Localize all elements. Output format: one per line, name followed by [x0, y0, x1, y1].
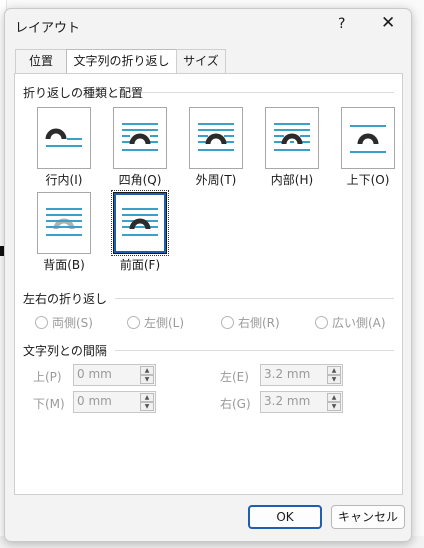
wrap-option-label: 前面(F): [119, 258, 161, 272]
wrap-text-heading: 左右の折り返し: [23, 292, 108, 306]
section-divider: [115, 298, 394, 299]
spin-down-icon[interactable]: ▼: [140, 402, 154, 411]
behind-text-icon: [37, 192, 91, 254]
spin-down-icon[interactable]: ▼: [327, 402, 341, 411]
help-button[interactable]: ?: [338, 16, 345, 32]
wrap-option-through[interactable]: 内部(H): [265, 107, 321, 189]
title-bar: レイアウト ? ✕: [5, 9, 411, 41]
wrap-option-behind-text[interactable]: 背面(B): [37, 192, 93, 274]
spin-buttons: ▲ ▼: [140, 393, 154, 411]
cancel-button[interactable]: キャンセル: [331, 505, 405, 529]
spin-down-icon[interactable]: ▼: [140, 375, 154, 384]
distance-right-field[interactable]: 3.2 mm ▲ ▼: [260, 391, 343, 413]
ok-button[interactable]: OK: [248, 505, 322, 529]
wrap-option-top-bottom[interactable]: 上下(O): [341, 107, 397, 189]
spin-buttons: ▲ ▼: [140, 366, 154, 384]
wrap-option-tight[interactable]: 外周(T): [189, 107, 245, 189]
square-icon: [113, 107, 167, 169]
distance-top-field[interactable]: 0 mm ▲ ▼: [73, 364, 156, 386]
tab-position[interactable]: 位置: [15, 49, 67, 73]
layout-dialog: レイアウト ? ✕ 位置 文字列の折り返し サイズ 折り返しの種類と配置 行内(…: [4, 8, 412, 542]
distance-left-field[interactable]: 3.2 mm ▲ ▼: [260, 364, 343, 386]
wrap-option-label: 背面(B): [43, 258, 85, 272]
radio-circle: [35, 316, 48, 329]
distance-top-label: 上(P): [33, 370, 62, 384]
field-value: 0 mm: [77, 367, 112, 381]
through-icon: [265, 107, 319, 169]
radio-both-sides[interactable]: 両側(S): [35, 314, 93, 331]
spin-buttons: ▲ ▼: [327, 393, 341, 411]
field-value: 0 mm: [77, 394, 112, 408]
distance-left-label: 左(E): [220, 370, 249, 384]
wrap-option-label: 四角(Q): [118, 173, 162, 187]
radio-label: 広い側(A): [332, 316, 386, 330]
wrap-option-in-front-of-text[interactable]: 前面(F): [111, 190, 169, 274]
wrap-option-inline[interactable]: 行内(I): [37, 107, 93, 189]
dialog-title: レイアウト: [15, 21, 81, 36]
tight-icon: [189, 107, 243, 169]
top-bottom-icon: [341, 107, 395, 169]
spin-up-icon[interactable]: ▲: [327, 393, 341, 402]
radio-left-only[interactable]: 左側(L): [127, 314, 184, 331]
wrap-option-label: 行内(I): [45, 173, 83, 187]
spin-buttons: ▲ ▼: [327, 366, 341, 384]
wrap-option-square[interactable]: 四角(Q): [113, 107, 169, 189]
distance-bottom-field[interactable]: 0 mm ▲ ▼: [73, 391, 156, 413]
section-divider: [115, 350, 394, 351]
radio-circle: [127, 316, 140, 329]
spin-up-icon[interactable]: ▲: [140, 393, 154, 402]
distance-bottom-label: 下(M): [33, 397, 65, 411]
radio-label: 左側(L): [144, 316, 185, 330]
wrap-option-label: 上下(O): [346, 173, 390, 187]
radio-label: 両側(S): [52, 316, 93, 330]
tab-text-wrapping[interactable]: 文字列の折り返し: [66, 49, 177, 74]
wrap-option-label: 内部(H): [270, 173, 314, 187]
spin-down-icon[interactable]: ▼: [327, 375, 341, 384]
distance-heading: 文字列との間隔: [23, 344, 107, 358]
radio-circle: [221, 316, 234, 329]
distance-right-label: 右(G): [220, 397, 251, 411]
inline-icon: [37, 107, 91, 169]
wrap-option-label: 外周(T): [195, 173, 237, 187]
in-front-of-text-icon: [111, 190, 169, 256]
radio-circle: [315, 316, 328, 329]
wrapping-style-heading: 折り返しの種類と配置: [23, 86, 144, 100]
section-divider: [141, 92, 394, 93]
field-value: 3.2 mm: [264, 394, 311, 408]
spin-up-icon[interactable]: ▲: [327, 366, 341, 375]
radio-label: 右側(R): [238, 316, 280, 330]
close-button[interactable]: ✕: [381, 13, 395, 33]
radio-largest-only[interactable]: 広い側(A): [315, 314, 386, 331]
tab-panel: 折り返しの種類と配置 行内(I) 四角(Q) 外周(T) 内部(H) 上下(O)…: [14, 73, 403, 495]
tab-size[interactable]: サイズ: [176, 49, 226, 73]
field-value: 3.2 mm: [264, 367, 311, 381]
radio-right-only[interactable]: 右側(R): [221, 314, 280, 331]
spin-up-icon[interactable]: ▲: [140, 366, 154, 375]
